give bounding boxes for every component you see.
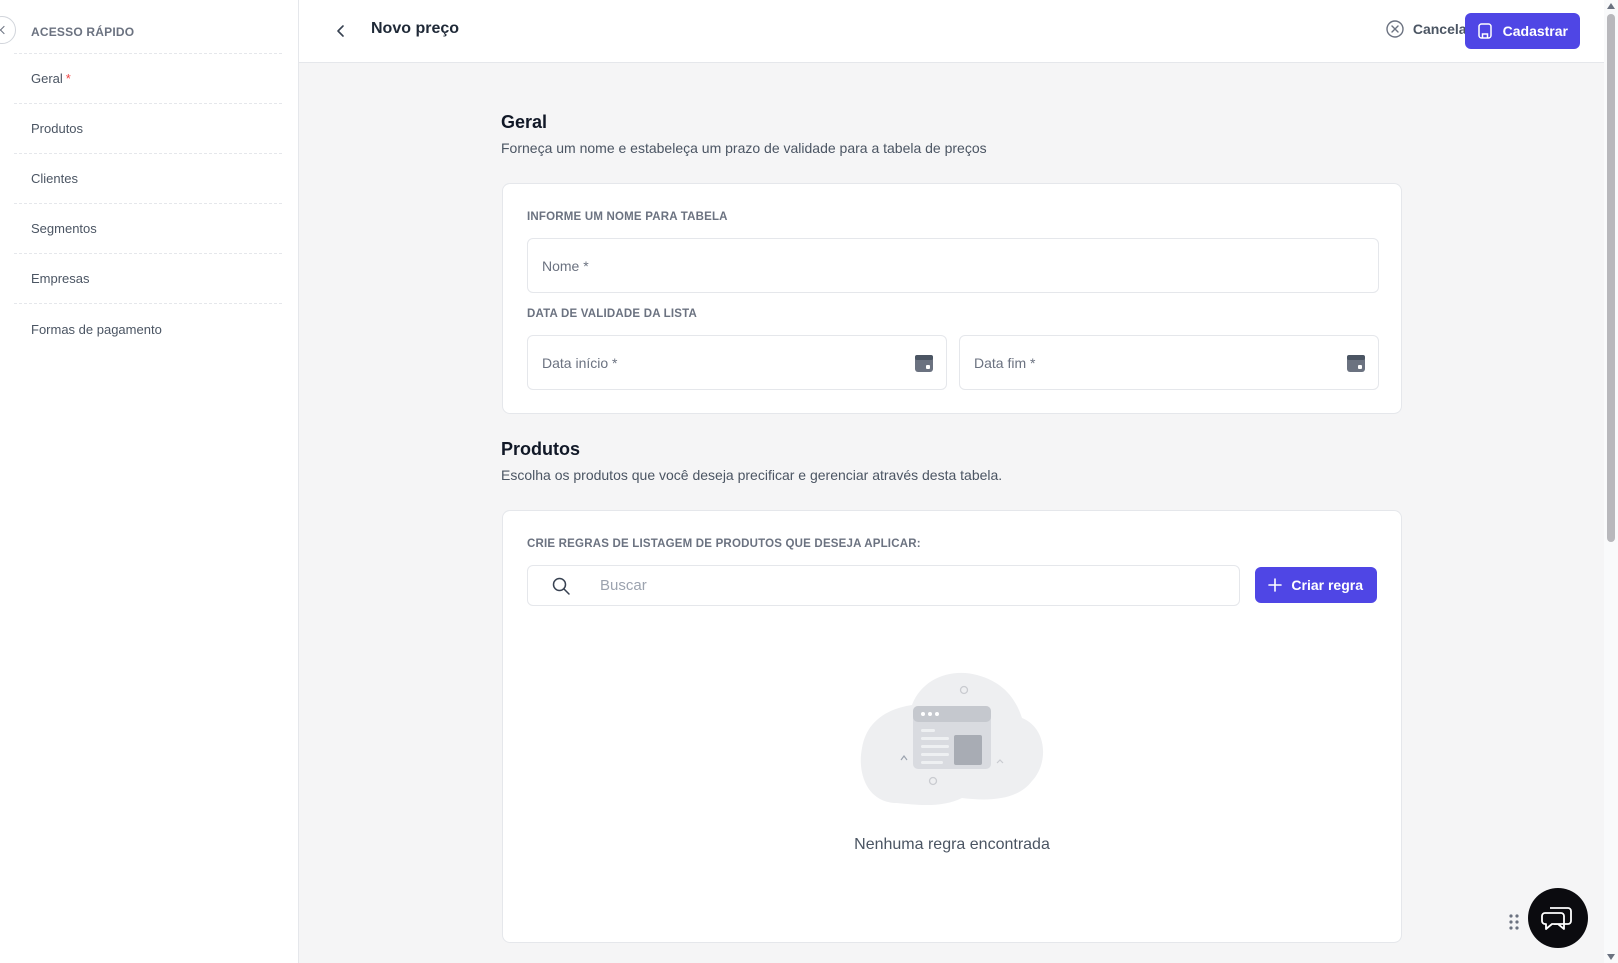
sidebar-item-empresas[interactable]: Empresas	[14, 254, 282, 304]
submit-button[interactable]: Cadastrar	[1464, 13, 1580, 49]
scrollbar-thumb[interactable]	[1607, 14, 1615, 542]
validity-field-label: DATA DE VALIDADE DA LISTA	[527, 308, 698, 320]
products-section-description: Escolha os produtos que você deseja prec…	[501, 467, 1003, 483]
chat-button[interactable]	[1528, 888, 1588, 948]
cancel-label: Cancelar	[1412, 21, 1472, 37]
empty-state-message: Nenhuma regra encontrada	[854, 836, 1050, 853]
search-placeholder: Buscar	[600, 577, 647, 594]
sidebar-item-label: Produtos	[31, 121, 84, 136]
sidebar-list: Geral * Produtos Clientes Segmentos Empre…	[14, 53, 282, 354]
sidebar-heading: ACESSO RÁPIDO	[31, 25, 135, 39]
drag-handle-icon[interactable]	[1508, 913, 1520, 931]
required-asterisk: *	[65, 71, 71, 86]
search-icon	[552, 577, 570, 595]
sidebar-item-label: Geral	[31, 71, 63, 86]
page-header: Novo preço Cancelar Cadastrar	[299, 0, 1618, 63]
name-field-label: INFORME UM NOME PARA TABELA	[527, 211, 728, 223]
search-input[interactable]: Buscar	[527, 565, 1240, 606]
scroll-up-arrow-icon[interactable]	[1607, 3, 1615, 9]
cancel-button[interactable]: Cancelar	[1385, 19, 1472, 39]
end-date-input[interactable]: Data fim *	[959, 335, 1379, 390]
sidebar-item-label: Empresas	[31, 271, 90, 286]
rules-field-label: CRIE REGRAS DE LISTAGEM DE PRODUTOS QUE …	[527, 538, 921, 550]
sidebar-item-label: Formas de pagamento	[31, 321, 162, 337]
end-date-placeholder: Data fim *	[974, 354, 1036, 371]
plus-icon	[1268, 578, 1283, 592]
name-input[interactable]: Nome *	[527, 238, 1379, 293]
create-rule-button[interactable]: Criar regra	[1255, 567, 1377, 603]
sidebar-item-segmentos[interactable]: Segmentos	[14, 204, 282, 254]
sidebar-item-produtos[interactable]: Produtos	[14, 104, 282, 154]
close-circle-icon	[1386, 20, 1404, 38]
calendar-icon[interactable]	[1346, 353, 1366, 373]
page-title: Novo preço	[371, 20, 460, 37]
chat-bubble-icon	[1541, 907, 1572, 930]
scroll-down-arrow-icon[interactable]	[1607, 954, 1615, 960]
sidebar-item-geral[interactable]: Geral *	[14, 54, 282, 104]
general-section-title: Geral	[501, 112, 548, 132]
calendar-icon[interactable]	[914, 353, 934, 373]
name-placeholder: Nome *	[542, 257, 589, 274]
empty-state-illustration	[860, 672, 1044, 806]
start-date-placeholder: Data início *	[542, 354, 618, 371]
products-section-title: Produtos	[501, 439, 580, 459]
sidebar-item-clientes[interactable]: Clientes	[14, 154, 282, 204]
start-date-input[interactable]: Data início *	[527, 335, 947, 390]
page-scrollbar[interactable]	[1604, 0, 1618, 963]
save-icon	[1477, 23, 1492, 39]
quick-access-sidebar: ACESSO RÁPIDO Geral * Produtos Clientes S…	[0, 0, 299, 963]
general-section-description: Forneça um nome e estabeleça um prazo de…	[501, 140, 987, 156]
products-card: CRIE REGRAS DE LISTAGEM DE PRODUTOS QUE …	[502, 510, 1402, 943]
sidebar-item-formas-de-pagamento[interactable]: Formas de pagamento	[14, 304, 282, 354]
sidebar-item-label: Clientes	[31, 171, 78, 186]
submit-label: Cadastrar	[1502, 23, 1568, 39]
sidebar-collapse-button[interactable]	[0, 16, 16, 44]
back-button[interactable]	[331, 20, 351, 42]
general-card: INFORME UM NOME PARA TABELA Nome * DATA …	[502, 183, 1402, 414]
chevron-left-icon	[337, 25, 344, 37]
create-rule-label: Criar regra	[1291, 577, 1363, 593]
sidebar-item-label: Segmentos	[31, 221, 97, 236]
